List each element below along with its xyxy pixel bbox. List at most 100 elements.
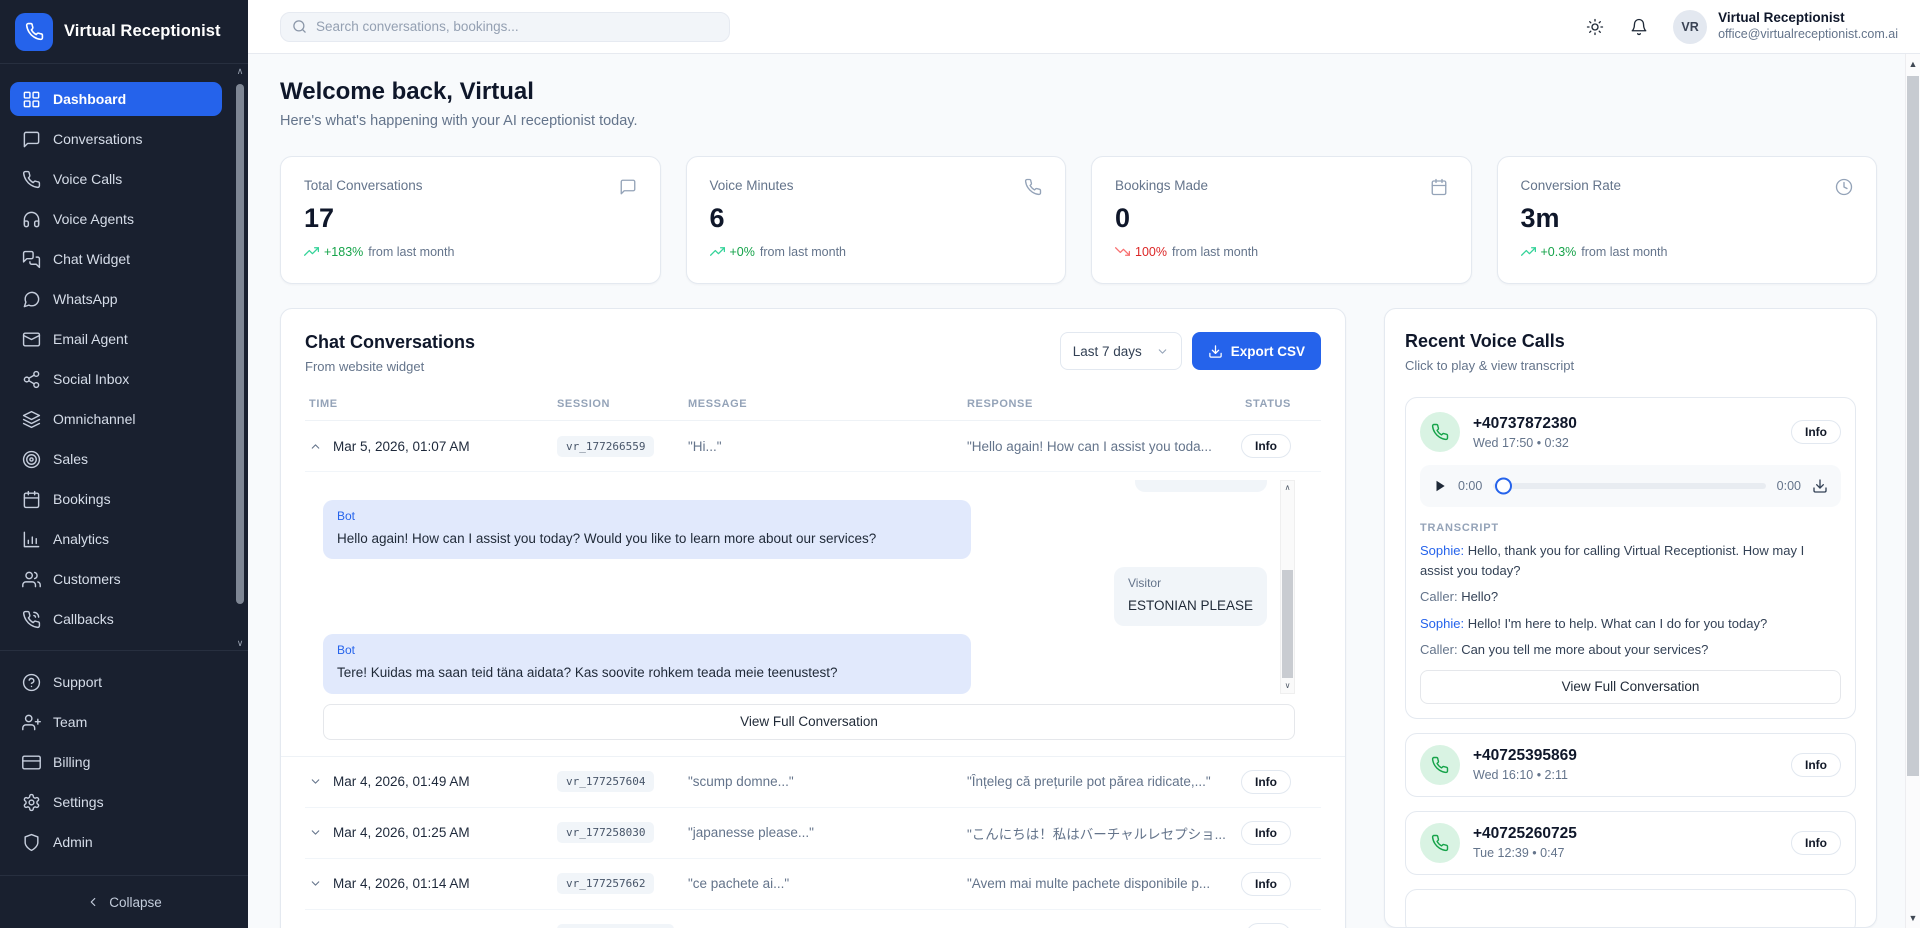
stat-delta-suffix: from last month bbox=[1581, 245, 1667, 259]
sidebar-item-billing[interactable]: Billing bbox=[10, 745, 222, 779]
sidebar-scrollbar-thumb[interactable] bbox=[236, 84, 244, 604]
search-input[interactable] bbox=[316, 19, 718, 34]
sidebar-item-voice-calls[interactable]: Voice Calls bbox=[10, 162, 222, 196]
call-card[interactable]: +40737872380 Wed 17:50 • 0:32 Info 0:00 … bbox=[1405, 397, 1856, 719]
trending-up-icon bbox=[304, 244, 319, 259]
bar-chart-icon bbox=[22, 530, 41, 549]
call-card[interactable]: +40725260725 Tue 12:39 • 0:47 Info bbox=[1405, 811, 1856, 875]
transcript-line: Sophie: Hello, thank you for calling Vir… bbox=[1420, 541, 1841, 580]
chat-scrollbar-thumb[interactable] bbox=[1282, 570, 1293, 678]
sidebar-item-support[interactable]: Support bbox=[10, 665, 222, 699]
sidebar-item-customers[interactable]: Customers bbox=[10, 562, 222, 596]
call-meta: Tue 12:39 • 0:47 bbox=[1473, 846, 1577, 860]
sidebar-item-sales[interactable]: Sales bbox=[10, 442, 222, 476]
scroll-down-arrow-icon[interactable]: ∨ bbox=[234, 638, 246, 650]
phone-icon bbox=[1420, 745, 1460, 785]
truncated-bubble bbox=[1135, 480, 1267, 492]
stat-card-bookings-made: Bookings Made 0 100% from last month bbox=[1091, 156, 1472, 284]
view-full-conversation-button[interactable]: View Full Conversation bbox=[323, 704, 1295, 740]
info-badge[interactable]: Info bbox=[1241, 434, 1291, 458]
clock-icon bbox=[1835, 178, 1853, 196]
sidebar-item-label: Social Inbox bbox=[53, 371, 129, 387]
sidebar-item-team[interactable]: Team bbox=[10, 705, 222, 739]
sidebar-item-dashboard[interactable]: Dashboard bbox=[10, 82, 222, 116]
column-header-response: RESPONSE bbox=[967, 398, 1237, 410]
bubble-text: Tere! Kuidas ma saan teid täna aidata? K… bbox=[337, 664, 957, 682]
sidebar-item-admin[interactable]: Admin bbox=[10, 825, 222, 859]
call-card-partial[interactable] bbox=[1405, 889, 1856, 928]
export-csv-button[interactable]: Export CSV bbox=[1192, 332, 1321, 370]
sidebar-item-whatsapp[interactable]: WhatsApp bbox=[10, 282, 222, 316]
search-box[interactable] bbox=[280, 12, 730, 42]
trending-up-icon bbox=[710, 244, 725, 259]
scroll-down-arrow-icon[interactable]: ∨ bbox=[1281, 679, 1294, 693]
info-badge[interactable] bbox=[1246, 923, 1291, 928]
sidebar-item-analytics[interactable]: Analytics bbox=[10, 522, 222, 556]
info-badge[interactable]: Info bbox=[1791, 420, 1841, 444]
stat-delta-value: +183% bbox=[324, 245, 363, 259]
scroll-down-arrow-icon[interactable]: ▼ bbox=[1906, 908, 1920, 928]
scroll-up-arrow-icon[interactable]: ▲ bbox=[1906, 54, 1920, 74]
sidebar-item-voice-agents[interactable]: Voice Agents bbox=[10, 202, 222, 236]
sidebar-nav-primary: Dashboard Conversations Voice Calls Voic… bbox=[0, 64, 248, 642]
call-meta: Wed 16:10 • 2:11 bbox=[1473, 768, 1577, 782]
chat-scrollbar[interactable]: ∧ ∨ bbox=[1280, 480, 1295, 694]
view-full-conversation-button[interactable]: View Full Conversation bbox=[1420, 670, 1841, 704]
page-scrollbar[interactable]: ▲ ▼ bbox=[1905, 54, 1920, 928]
sidebar-scrollbar[interactable]: ∧ ∨ bbox=[234, 66, 246, 650]
player-elapsed: 0:00 bbox=[1458, 479, 1482, 493]
stat-delta: +0.3% from last month bbox=[1521, 244, 1854, 259]
player-slider-thumb[interactable] bbox=[1495, 478, 1512, 495]
sidebar-item-conversations[interactable]: Conversations bbox=[10, 122, 222, 156]
sidebar-item-email-agent[interactable]: Email Agent bbox=[10, 322, 222, 356]
info-badge[interactable]: Info bbox=[1241, 821, 1291, 845]
sidebar-item-settings[interactable]: Settings bbox=[10, 785, 222, 819]
call-number: +40725395869 bbox=[1473, 747, 1577, 765]
call-card[interactable]: +40725395869 Wed 16:10 • 2:11 Info bbox=[1405, 733, 1856, 797]
sidebar-item-chat-widget[interactable]: Chat Widget bbox=[10, 242, 222, 276]
collapse-button[interactable]: Collapse bbox=[0, 875, 248, 928]
info-badge[interactable]: Info bbox=[1791, 753, 1841, 777]
page-scrollbar-thumb[interactable] bbox=[1907, 76, 1919, 776]
chat-card-header: Chat Conversations From website widget L… bbox=[281, 309, 1345, 390]
sidebar: Virtual Receptionist Dashboard Conversat… bbox=[0, 0, 248, 928]
sidebar-item-label: Voice Calls bbox=[53, 171, 122, 187]
sidebar-item-bookings[interactable]: Bookings bbox=[10, 482, 222, 516]
play-icon[interactable] bbox=[1433, 479, 1447, 493]
download-icon[interactable] bbox=[1812, 478, 1828, 494]
table-row[interactable]: Mar 5, 2026, 01:07 AM vr_177266559 "Hi..… bbox=[305, 421, 1321, 472]
voice-section-subtitle: Click to play & view transcript bbox=[1405, 358, 1856, 373]
table-row[interactable]: Mar 4, 2026, 01:25 AM vr_177258030 "japa… bbox=[305, 808, 1321, 859]
info-badge[interactable]: Info bbox=[1241, 872, 1291, 896]
scroll-up-arrow-icon[interactable]: ∧ bbox=[234, 66, 246, 78]
sidebar-item-callbacks[interactable]: Callbacks bbox=[10, 602, 222, 636]
info-badge[interactable]: Info bbox=[1241, 770, 1291, 794]
date-range-select[interactable]: Last 7 days bbox=[1060, 332, 1182, 370]
table-header: TIMESESSIONMESSAGERESPONSESTATUS bbox=[305, 390, 1321, 421]
chat-controls: Last 7 days Export CSV bbox=[1060, 332, 1321, 370]
expanded-conversation: Bot Hello again! How can I assist you to… bbox=[281, 472, 1345, 757]
chat-bubble-visitor: Visitor ESTONIAN PLEASE bbox=[1114, 567, 1267, 626]
sidebar-item-omnichannel[interactable]: Omnichannel bbox=[10, 402, 222, 436]
phone-icon bbox=[1024, 178, 1042, 196]
notifications-bell-icon[interactable] bbox=[1625, 13, 1653, 41]
info-badge[interactable]: Info bbox=[1791, 831, 1841, 855]
theme-toggle-sun-icon[interactable] bbox=[1581, 13, 1609, 41]
avatar[interactable]: VR bbox=[1673, 10, 1707, 44]
row-time: Mar 4, 2026, 01:49 AM bbox=[309, 774, 557, 789]
chat-conversations-card: Chat Conversations From website widget L… bbox=[280, 308, 1346, 928]
table-row[interactable]: Mar 4, 2026, 01:14 AM vr_177257662 "ce p… bbox=[305, 859, 1321, 910]
brand[interactable]: Virtual Receptionist bbox=[0, 0, 248, 64]
player-seek-slider[interactable] bbox=[1493, 483, 1765, 489]
table-row-partial[interactable] bbox=[305, 910, 1321, 928]
scroll-up-arrow-icon[interactable]: ∧ bbox=[1281, 481, 1294, 495]
phone-icon bbox=[22, 170, 41, 189]
column-header-session: SESSION bbox=[557, 398, 688, 410]
sidebar-item-social-inbox[interactable]: Social Inbox bbox=[10, 362, 222, 396]
gear-icon bbox=[22, 793, 41, 812]
user-block[interactable]: Virtual Receptionist office@virtualrecep… bbox=[1718, 10, 1898, 43]
message-circle-icon bbox=[22, 290, 41, 309]
sidebar-item-label: Settings bbox=[53, 794, 104, 810]
sidebar-item-label: Omnichannel bbox=[53, 411, 136, 427]
table-row[interactable]: Mar 4, 2026, 01:49 AM vr_177257604 "scum… bbox=[305, 757, 1321, 808]
